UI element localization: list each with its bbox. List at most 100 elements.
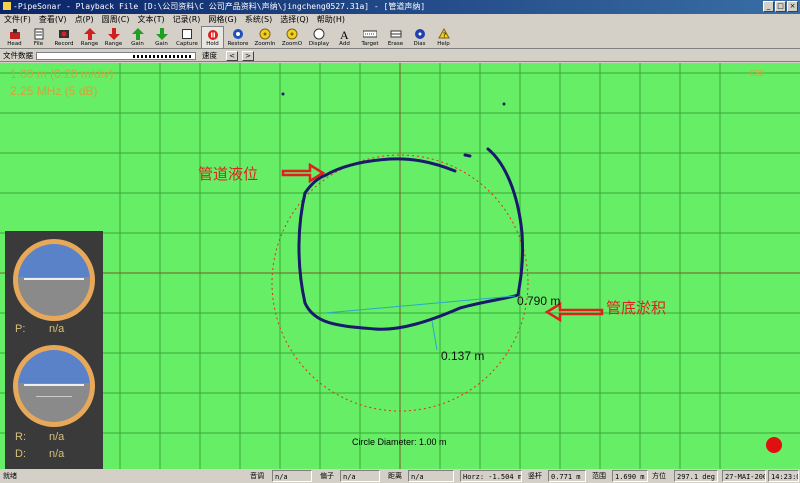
- heading-value: 297.1 deg: [674, 470, 718, 482]
- speed-label: 速度: [202, 51, 217, 60]
- record-label: Record: [54, 41, 74, 47]
- range-down-button[interactable]: Range: [102, 26, 125, 49]
- capture-label: Capture: [176, 41, 198, 47]
- hold-icon: [206, 28, 220, 41]
- toolbar: Head File Record Range Range Gain Gain C…: [0, 26, 800, 49]
- app-icon: [3, 2, 11, 10]
- display-label: Display: [308, 41, 330, 47]
- target-icon: [363, 27, 377, 41]
- dias-icon: [413, 27, 427, 41]
- sonar-display[interactable]: 1.00 m (0.20 m/div) 2.25 MHz (5 dB) C30 …: [0, 63, 800, 469]
- gain-up-icon: [131, 27, 145, 41]
- status-bar: 就绪 音调 n/a 偏子 n/a 距离 n/a Horz: -1.504 m 竖…: [0, 469, 800, 483]
- zoom-out-button[interactable]: ZoomO: [279, 26, 305, 49]
- slider-ticks: [133, 55, 193, 58]
- dias-button[interactable]: Dias: [408, 26, 431, 49]
- menu-view[interactable]: 查看(V): [35, 14, 71, 26]
- gain-up-button[interactable]: Gain: [126, 26, 149, 49]
- head-icon: [8, 27, 22, 41]
- roll-label: R:: [15, 431, 26, 443]
- target-button[interactable]: Target: [357, 26, 383, 49]
- svg-text:A: A: [340, 28, 349, 40]
- hold-button[interactable]: Hold: [201, 26, 224, 49]
- add-text-button[interactable]: A Add: [333, 26, 356, 49]
- menu-help[interactable]: 帮助(H): [313, 14, 349, 26]
- width-measurement: 0.790 m: [517, 294, 561, 308]
- capture-button[interactable]: Capture: [174, 26, 200, 49]
- display-button[interactable]: Display: [306, 26, 332, 49]
- menu-circle[interactable]: 圆周(C): [98, 14, 134, 26]
- display-icon: [312, 27, 326, 41]
- menu-text[interactable]: 文本(T): [133, 14, 168, 26]
- next-button[interactable]: >: [242, 51, 254, 61]
- prev-button[interactable]: <: [226, 51, 238, 61]
- zoom-in-icon: [258, 27, 272, 41]
- add-text-label: Add: [339, 41, 350, 47]
- menu-bar: 文件(F) 查看(V) 点(P) 圆周(C) 文本(T) 记录(R) 网格(G)…: [0, 14, 800, 26]
- pitch-label: P:: [15, 323, 26, 335]
- range-value: 1.690 m: [612, 470, 648, 482]
- file-button[interactable]: File: [27, 26, 50, 49]
- frequency-readout: 2.25 MHz (5 dB): [10, 84, 98, 98]
- heading-label: 方位: [652, 472, 666, 480]
- sound-value: n/a: [272, 470, 312, 482]
- zoom-out-label: ZoomO: [281, 41, 303, 47]
- gain-down-icon: [155, 27, 169, 41]
- range-readout: 1.00 m (0.20 m/div): [10, 67, 114, 81]
- corner-label: C30: [749, 69, 764, 78]
- menu-record[interactable]: 记录(R): [169, 14, 205, 26]
- depth-value: n/a: [49, 448, 65, 460]
- playback-position-slider[interactable]: [36, 52, 196, 60]
- sonar-plot: [0, 63, 800, 469]
- erase-label: Erase: [387, 41, 404, 47]
- depth-label: D:: [15, 448, 26, 460]
- dias-label: Dias: [413, 41, 426, 47]
- restore-button[interactable]: Restore: [225, 26, 251, 49]
- close-button[interactable]: ×: [787, 1, 798, 12]
- capture-icon: [180, 27, 194, 41]
- title-bar: -PipeSonar - Playback File [D:\公司资料\C 公司…: [0, 0, 800, 14]
- yaw-value: n/a: [340, 470, 380, 482]
- menu-point[interactable]: 点(P): [71, 14, 98, 26]
- pitch-value: n/a: [49, 323, 65, 335]
- gain-down-button[interactable]: Gain: [150, 26, 173, 49]
- restore-icon: [231, 27, 245, 41]
- menu-grid[interactable]: 网格(G): [204, 14, 240, 26]
- restore-label: Restore: [227, 41, 249, 47]
- gain-down-label: Gain: [155, 41, 168, 47]
- help-label: Help: [437, 41, 450, 47]
- yaw-label: 偏子: [320, 472, 334, 480]
- add-text-icon: A: [338, 27, 352, 41]
- time-value: 14:23:0: [768, 470, 799, 482]
- horz-value: Horz: -1.504 m: [460, 470, 522, 482]
- date-value: 27-MAI-2008: [722, 470, 766, 482]
- pitch-gauge: [13, 239, 95, 321]
- erase-button[interactable]: Erase: [384, 26, 407, 49]
- attitude-gauge-panel: P: n/a R: n/a D: n/a: [5, 231, 103, 469]
- head-button[interactable]: Head: [3, 26, 26, 49]
- record-icon: [57, 27, 71, 41]
- gain-up-label: Gain: [131, 41, 144, 47]
- svg-text:?: ?: [442, 32, 446, 40]
- pitch-gauge-face: [18, 244, 90, 316]
- distance-value: n/a: [408, 470, 454, 482]
- range-up-icon: [83, 27, 97, 41]
- sound-label: 音调: [250, 472, 264, 480]
- menu-file[interactable]: 文件(F): [0, 14, 35, 26]
- record-button[interactable]: Record: [51, 26, 77, 49]
- maximize-button[interactable]: □: [775, 1, 786, 12]
- status-ready: 就绪: [3, 472, 17, 480]
- range-up-button[interactable]: Range: [78, 26, 101, 49]
- help-button[interactable]: ? Help: [432, 26, 455, 49]
- bar-label: 竖杆: [528, 472, 542, 480]
- menu-select[interactable]: 选择(Q): [276, 14, 313, 26]
- zoom-in-button[interactable]: ZoomIn: [252, 26, 278, 49]
- range-down-label: Range: [104, 41, 123, 47]
- menu-system[interactable]: 系统(S): [241, 14, 276, 26]
- range-down-icon: [107, 27, 121, 41]
- help-icon: ?: [437, 27, 451, 41]
- roll-value: n/a: [49, 431, 65, 443]
- distance-label: 距离: [388, 472, 402, 480]
- minimize-button[interactable]: _: [763, 1, 774, 12]
- hold-label: Hold: [206, 41, 219, 47]
